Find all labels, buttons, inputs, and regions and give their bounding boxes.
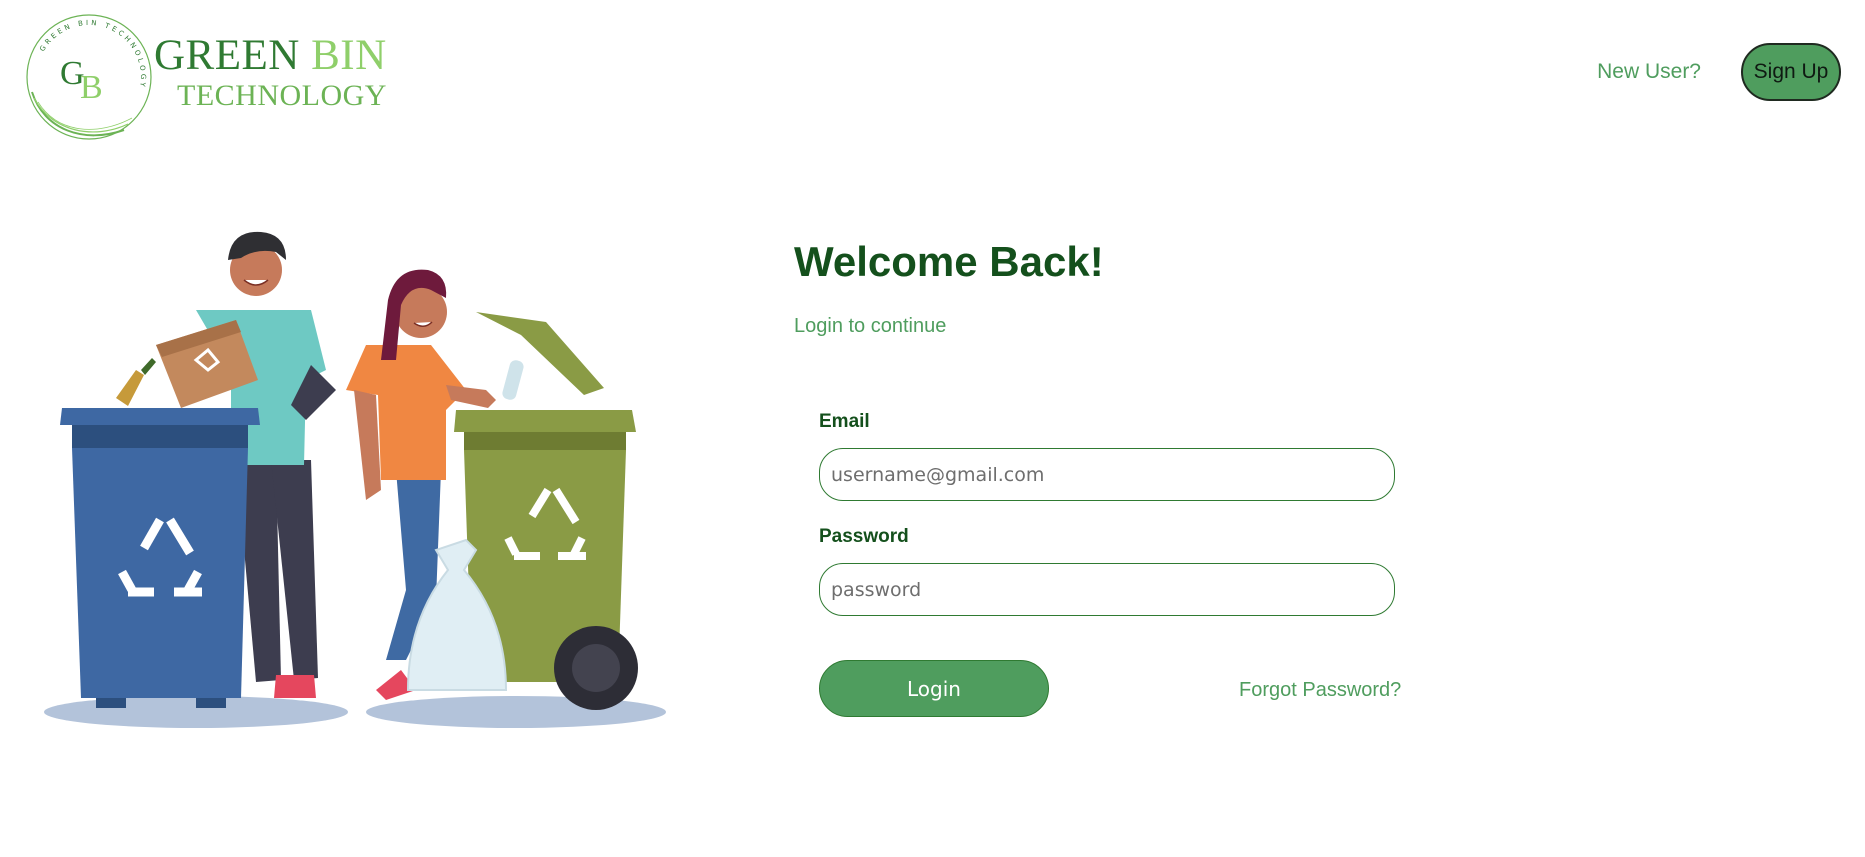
password-field[interactable] [819, 563, 1395, 616]
logo-word-bin: BIN [311, 32, 387, 79]
page-title: Welcome Back! [794, 238, 1104, 285]
logo-emblem-icon: GREEN BIN TECHNOLOGY G B [26, 14, 152, 140]
email-field[interactable] [819, 448, 1395, 501]
login-button[interactable]: Login [819, 660, 1049, 717]
logo-wordmark: GREEN BIN TECHNOLOGY [154, 34, 387, 111]
page-subtitle: Login to continue [794, 315, 947, 337]
new-user-link[interactable]: New User? [1597, 60, 1701, 84]
logo-word-technology: TECHNOLOGY [177, 79, 387, 112]
password-label: Password [819, 526, 909, 547]
recycling-bin-blue-icon [60, 408, 260, 708]
email-label: Email [819, 411, 870, 432]
logo-word-green: GREEN [154, 32, 300, 79]
svg-text:B: B [80, 69, 103, 106]
sign-up-button[interactable]: Sign Up [1741, 43, 1841, 101]
forgot-password-link[interactable]: Forgot Password? [1239, 679, 1401, 702]
recycling-illustration [44, 231, 666, 728]
brand-logo[interactable]: GREEN BIN TECHNOLOGY G B GREEN BIN TECHN… [24, 12, 394, 142]
